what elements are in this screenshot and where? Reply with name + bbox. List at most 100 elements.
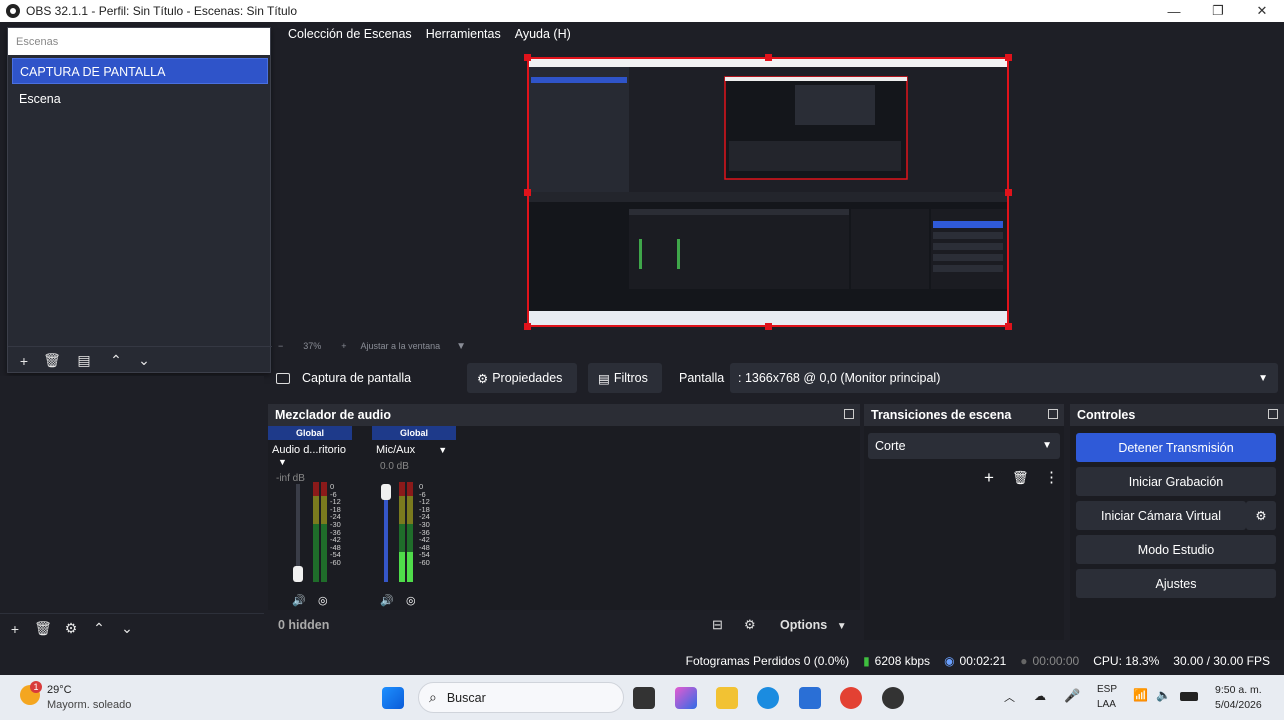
monitor-audio-icon[interactable]: ◎ (406, 594, 416, 607)
add-transition-icon[interactable]: + (984, 468, 994, 488)
maximize-button[interactable]: ❐ (1196, 0, 1240, 22)
weather-temp: 29°C (47, 684, 72, 696)
clock-date[interactable]: 5/04/2026 (1215, 699, 1262, 711)
menu-tools[interactable]: Herramientas (426, 27, 501, 41)
zoom-level: 37% (303, 341, 322, 351)
signal-icon: ▮ (863, 654, 870, 668)
chevron-down-icon: ▼ (1258, 372, 1268, 384)
preview-canvas[interactable] (524, 54, 1012, 330)
start-recording-button[interactable]: Iniciar Grabación (1076, 467, 1276, 496)
speaker-icon[interactable]: 🔊 (380, 594, 394, 607)
move-down-icon[interactable]: ⌄ (130, 349, 158, 373)
stream-time: 00:02:21 (959, 654, 1007, 668)
title-bar: OBS 32.1.1 - Perfil: Sin Título - Escena… (0, 0, 1284, 22)
chevron-up-icon[interactable]: ︿ (1004, 689, 1015, 705)
nested-capture-image (529, 59, 1007, 325)
resize-handle-bl[interactable] (524, 323, 531, 330)
resize-handle-left[interactable] (524, 189, 531, 196)
move-up-icon[interactable]: ⌃ (102, 349, 130, 373)
zoom-out-button[interactable]: − (278, 341, 283, 351)
task-view-icon[interactable] (633, 687, 655, 709)
clock-time[interactable]: 9:50 a. m. (1215, 684, 1262, 696)
virtual-camera-settings-button[interactable]: ⚙ (1246, 501, 1276, 530)
obs-taskbar-icon[interactable] (882, 687, 904, 709)
monitor-audio-icon[interactable]: ◎ (318, 594, 328, 607)
wifi-icon[interactable]: 📶 (1133, 688, 1148, 702)
sources-dock: + 🗑 ⚙ ⌃ ⌄ (0, 376, 264, 643)
channel-name-select[interactable]: Mic/Aux ▼ (372, 444, 456, 456)
scene-item-escena[interactable]: Escena (12, 86, 268, 112)
resize-handle-bottom[interactable] (765, 323, 772, 330)
undock-icon[interactable] (1268, 409, 1278, 419)
language-bottom[interactable]: LAA (1097, 699, 1116, 710)
file-explorer-icon[interactable] (716, 687, 738, 709)
stop-streaming-button[interactable]: Detener Transmisión (1076, 433, 1276, 462)
scenes-filter-input[interactable]: Escenas (8, 28, 270, 55)
edge-icon[interactable] (757, 687, 779, 709)
transition-select[interactable]: Corte ▼ (868, 433, 1060, 459)
scenes-toolbar: + 🗑 ▤ ⌃ ⌄ (8, 346, 272, 374)
menu-help[interactable]: Ayuda (H) (515, 27, 571, 41)
windows-start-icon[interactable] (382, 687, 404, 709)
scene-item-captura[interactable]: CAPTURA DE PANTALLA (12, 58, 268, 84)
taskbar-search[interactable]: ⌕ Buscar (418, 682, 624, 713)
advanced-audio-icon[interactable]: ⚙ (744, 617, 756, 633)
fader-knob[interactable] (293, 566, 303, 582)
chevron-down-icon[interactable]: ▼ (456, 341, 466, 352)
minimize-button[interactable]: — (1152, 0, 1196, 22)
display-select[interactable]: : 1366x768 @ 0,0 (Monitor principal) ▼ (730, 363, 1278, 393)
move-up-icon[interactable]: ⌃ (85, 617, 113, 641)
controls-dock: Controles Detener Transmisión Iniciar Gr… (1070, 404, 1284, 640)
resize-handle-tl[interactable] (524, 54, 531, 61)
battery-icon[interactable] (1180, 692, 1198, 701)
gear-icon[interactable]: ⚙ (57, 617, 85, 641)
fader-knob[interactable] (381, 484, 391, 500)
stream-icon: ◉ (944, 654, 955, 668)
store-icon[interactable] (799, 687, 821, 709)
options-button[interactable]: Options ▼ (780, 618, 847, 632)
resize-handle-tr[interactable] (1005, 54, 1012, 61)
speaker-icon[interactable]: 🔊 (292, 594, 306, 607)
move-down-icon[interactable]: ⌄ (113, 617, 141, 641)
menu-scene-collection[interactable]: Colección de Escenas (288, 27, 412, 41)
resize-handle-right[interactable] (1005, 189, 1012, 196)
record-time: 00:00:00 (1032, 654, 1080, 668)
controls-header: Controles (1070, 404, 1284, 426)
sources-toolbar: + 🗑 ⚙ ⌃ ⌄ (0, 613, 264, 643)
zoom-in-button[interactable]: + (341, 341, 346, 351)
close-button[interactable]: ✕ (1240, 0, 1284, 22)
remove-source-icon[interactable]: 🗑 (29, 617, 57, 641)
microphone-icon[interactable]: 🎤 (1064, 688, 1080, 704)
trash-icon[interactable]: 🗑 (1012, 470, 1029, 486)
properties-button[interactable]: ⚙ Propiedades (467, 363, 577, 393)
trash-icon[interactable]: 🗑 (38, 349, 66, 373)
start-virtual-camera-button[interactable]: Iniciar Cámara Virtual (1076, 501, 1246, 530)
channel-name-select[interactable]: Audio d...ritorio ▼ (268, 444, 352, 468)
add-scene-icon[interactable]: + (10, 349, 38, 373)
onedrive-icon[interactable]: ☁ (1034, 689, 1046, 703)
resize-handle-br[interactable] (1005, 323, 1012, 330)
undock-icon[interactable] (844, 409, 854, 419)
undock-icon[interactable] (1048, 409, 1058, 419)
language-top[interactable]: ESP (1097, 684, 1117, 695)
settings-button[interactable]: Ajustes (1076, 569, 1276, 598)
zoom-fit-select[interactable]: Ajustar a la ventana (361, 341, 441, 351)
layout-icon[interactable]: ⊟ (712, 617, 723, 633)
filters-icon[interactable]: ▤ (70, 349, 98, 373)
scenes-dock: Escenas CAPTURA DE PANTALLA Escena + 🗑 ▤… (7, 27, 272, 374)
level-meter (399, 482, 405, 582)
chrome-icon[interactable] (840, 687, 862, 709)
filters-button[interactable]: ▤ Filtros (588, 363, 662, 393)
taskbar: 1 29°C Mayorm. soleado ⌕ Buscar ︿ ☁ 🎤 ES… (0, 675, 1284, 720)
copilot-icon[interactable] (675, 687, 697, 709)
bitrate: 6208 kbps (874, 654, 931, 668)
mixer-footer: 0 hidden ⊟ ⚙ Options ▼ (268, 610, 860, 640)
window-controls: — ❐ ✕ (1152, 0, 1284, 22)
resize-handle-top[interactable] (765, 54, 772, 61)
studio-mode-button[interactable]: Modo Estudio (1076, 535, 1276, 564)
more-options-icon[interactable]: ⋮ (1044, 468, 1059, 486)
volume-icon[interactable]: 🔈 (1156, 688, 1171, 702)
add-source-icon[interactable]: + (1, 617, 29, 641)
channel-tag: Global (268, 426, 352, 440)
monitor-icon (276, 372, 290, 384)
